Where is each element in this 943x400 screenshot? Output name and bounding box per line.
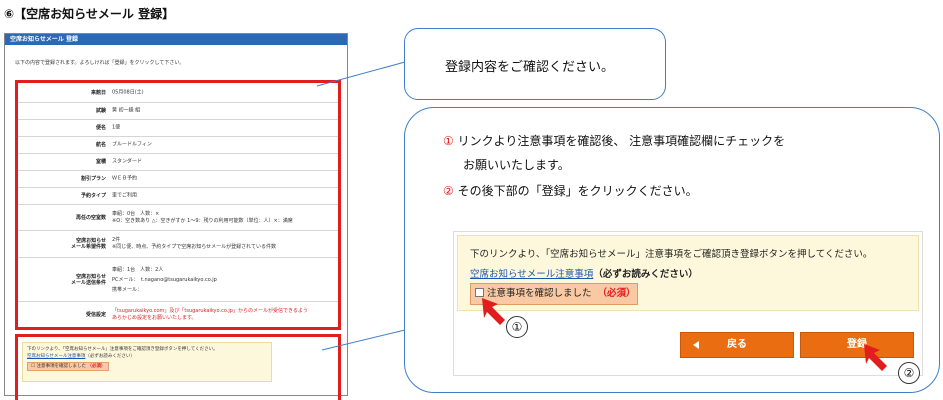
thumbnail-confirm-checkbox[interactable]: ☐ 注意事項を確認しました （必須） (27, 362, 110, 371)
thumbnail-notice-text: 下のリンクより、「空席お知らせメール」注意事項をご確認頂き登録ボタンを押してくだ… (27, 347, 218, 352)
step-two-line: ② その後下部の「登録」をクリックください。 (443, 182, 698, 199)
thumbnail-notice-panel: 下のリンクより、「空席お知らせメール」注意事項をご確認頂き登録ボタンを押してくだ… (22, 342, 272, 382)
table-row: 室積 スタンダード (18, 154, 338, 171)
marker-one: ① (506, 316, 528, 338)
step-one-line-2: お願いいたします。 (463, 158, 570, 172)
thumbnail-intro-text: 以下の内容で登録されます。よろしければ「登録」をクリックして下さい。 (15, 60, 185, 66)
back-button-label: 戻る (727, 339, 747, 350)
table-row: 割引プラン ＷＥＢ予約 (18, 171, 338, 188)
table-row: 再任の空室数 車紹：0台 人数：× ※O：空き数あり △：空きがすか 1～9：残… (18, 205, 338, 231)
row-value-line: 2件 (112, 237, 121, 243)
row-value: 05月08日(土) (112, 89, 144, 95)
thumbnail-notice-link[interactable]: 空席お知らせメール注意事項 (27, 354, 85, 359)
row-value: 黄 初一級 組 (112, 107, 141, 114)
instructions-callout: ① リンクより注意事項を確認後、 注意事項確認欄にチェックを お願いいたします。… (404, 107, 940, 393)
checkbox-label: 注意事項を確認しました (487, 288, 592, 299)
back-button[interactable]: 戻る (680, 332, 794, 358)
thumbnail-notice-must: （必ずお読みください） (85, 354, 135, 359)
row-label: 予約タイプ (80, 193, 106, 199)
row-value-line: 「tsugarukaikyo.com」及び「tsugarukaikyo.co.j… (112, 307, 308, 314)
notice-terms-link[interactable]: 空席お知らせメール注意事項 (470, 269, 593, 280)
row-value-line: 車紹：1台 人数：2人 (112, 266, 164, 273)
row-value: 車紹：0台 人数：× ※O：空き数あり △：空きがすか 1～9：残りの利用可能数… (112, 211, 293, 225)
row-value-line: PCメール： t.nagano@tsugarukaikyo.co.jp (112, 276, 217, 283)
notice-box: 下のリンクより、「空席お知らせメール」注意事項をご確認頂き登録ボタンを押してくだ… (457, 235, 919, 311)
row-label: 試験 (95, 108, 106, 114)
row-label: 室積 (95, 159, 106, 165)
thumbnail-title-bar: 空席お知らせメール 登録 (5, 34, 347, 45)
table-row: 航名 ブルードルフィン (18, 137, 338, 154)
row-value: 車紹：1台 人数：2人 PCメール： t.nagano@tsugarukaiky… (112, 265, 217, 295)
table-row: 便名 1便 (18, 120, 338, 137)
row-value: ＷＥＢ予約 (112, 175, 138, 182)
row-value: 2件 ※同じ便、時点、予約タイプで空席お知らせメールが登録されている件数 (112, 237, 276, 251)
required-badge: （必須） (597, 288, 636, 299)
step-one-number: ① (443, 134, 454, 148)
confirm-details-callout: 登録内容をご確認ください。 (404, 28, 666, 100)
confirmation-page-thumbnail: 空席お知らせメール 登録 以下の内容で登録されます。よろしければ「登録」をクリッ… (4, 33, 348, 400)
registration-details-table: 来館日 05月08日(土) 試験 黄 初一級 組 便名 1便 航名 ブルードルフ… (15, 80, 341, 330)
must-read-note: （必ずお読みください） (593, 269, 698, 280)
notice-description: 下のリンクより、「空席お知らせメール」注意事項をご確認頂き登録ボタンを押してくだ… (470, 249, 873, 260)
table-row: 試験 黄 初一級 組 (18, 103, 338, 120)
marker-two: ② (898, 362, 920, 384)
step-one-text: リンクより注意事項を確認後、 注意事項確認欄にチェックを (457, 134, 786, 148)
checkbox-icon[interactable] (475, 288, 484, 297)
table-row: 空席お知らせ メール送信条件 車紹：1台 人数：2人 PCメール： t.naga… (18, 258, 338, 302)
step-two-number: ② (443, 184, 454, 198)
row-label: 便名 (95, 125, 106, 131)
table-row: 来館日 05月08日(土) (18, 83, 338, 103)
row-value-line: ※同じ便、時点、予約タイプで空席お知らせメールが登録されている件数 (112, 244, 276, 250)
notice-link-row: 空席お知らせメール注意事項（必ずお読みください） (470, 266, 698, 280)
row-value-line: ※O：空き数あり △：空きがすか 1～9：残りの利用可能数（単位：人）×：満席 (112, 217, 293, 224)
table-row: 空席お知らせ メール希望件数 2件 ※同じ便、時点、予約タイプで空席お知らせメー… (18, 231, 338, 258)
register-button[interactable]: 登録 (800, 332, 914, 358)
row-value: ブルードルフィン (112, 141, 152, 148)
row-value-line: あらかじめ設定をお願いいたします。 (112, 314, 197, 321)
thumbnail-checkbox-label: 注意事項を確認しました (36, 364, 86, 369)
callout-text: 登録内容をご確認ください。 (445, 60, 615, 75)
step-one-line: ① リンクより注意事項を確認後、 注意事項確認欄にチェックを (443, 132, 785, 149)
row-label: 空席お知らせ メール送信条件 (70, 273, 106, 286)
row-value-line: 車紹：0台 人数：× (112, 210, 160, 217)
row-label: 来館日 (90, 89, 106, 96)
thumbnail-required-badge: （必須） (87, 364, 106, 369)
step-two-text: その後下部の「登録」をクリックください。 (457, 184, 698, 198)
table-row: 予約タイプ 車でご利用 (18, 188, 338, 205)
page-heading: ⑥【空席お知らせメール 登録】 (4, 7, 175, 21)
row-value: 1便 (112, 124, 121, 131)
row-value: 「tsugarukaikyo.com」及び「tsugarukaikyo.co.j… (112, 308, 308, 322)
row-label: 空席お知らせ メール希望件数 (70, 238, 106, 250)
row-label: 割引プラン (80, 176, 106, 182)
row-value-line: 携帯メール： (112, 286, 143, 293)
row-label: 航名 (95, 142, 106, 148)
confirm-terms-checkbox[interactable]: 注意事項を確認しました （必須） (470, 283, 638, 305)
thumbnail-notice-section: 下のリンクより、「空席お知らせメール」注意事項をご確認頂き登録ボタンを押してくだ… (15, 334, 341, 400)
row-label: 受信設定 (85, 311, 106, 318)
row-label: 再任の空室数 (75, 214, 106, 221)
triangle-left-icon (693, 341, 699, 349)
zoomed-notice-panel: 下のリンクより、「空席お知らせメール」注意事項をご確認頂き登録ボタンを押してくだ… (453, 231, 923, 376)
row-value: スタンダード (112, 158, 143, 165)
table-row: 受信設定 「tsugarukaikyo.com」及び「tsugarukaikyo… (18, 302, 338, 327)
row-value: 車でご利用 (112, 192, 138, 199)
